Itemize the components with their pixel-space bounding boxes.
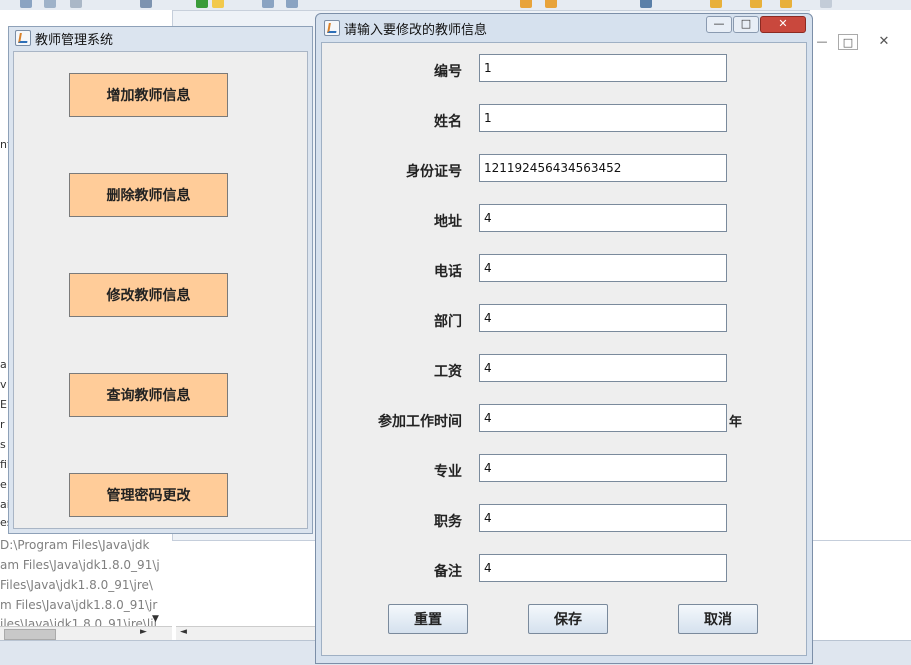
cancel-button[interactable]: 取消 <box>678 604 758 634</box>
field-label-department: 部门 <box>434 314 462 330</box>
toolbar-icon[interactable] <box>262 0 274 8</box>
console-fragment: E <box>0 398 7 411</box>
horizontal-scrollbar[interactable]: ► <box>0 626 172 641</box>
teacher-management-window: 教师管理系统 增加教师信息 删除教师信息 修改教师信息 查询教师信息 管理密码更… <box>8 26 313 534</box>
console-line: D:\Program Files\Java\jdk <box>0 538 150 552</box>
scroll-down-icon[interactable]: ▼ <box>152 614 159 624</box>
idcard-field[interactable] <box>479 154 727 182</box>
add-teacher-button[interactable]: 增加教师信息 <box>69 73 228 117</box>
toolbar-icon[interactable] <box>640 0 652 8</box>
field-label-position: 职务 <box>434 514 462 530</box>
java-app-icon <box>324 20 340 36</box>
close-icon[interactable]: ✕ <box>876 34 892 50</box>
toolbar-icon[interactable] <box>212 0 224 8</box>
phone-field[interactable] <box>479 254 727 282</box>
minimize-icon[interactable]: — <box>706 16 732 33</box>
major-field[interactable] <box>479 454 727 482</box>
window-titlebar[interactable]: 教师管理系统 <box>9 27 312 48</box>
toolbar-icon[interactable] <box>70 0 82 8</box>
toolbar-icon[interactable] <box>780 0 792 8</box>
java-app-icon <box>15 30 31 46</box>
console-line: m Files\Java\jdk1.8.0_91\jr <box>0 598 158 612</box>
field-label-remarks: 备注 <box>434 564 462 580</box>
toolbar-icon[interactable] <box>20 0 32 8</box>
dialog-title: 请输入要修改的教师信息 <box>344 23 488 38</box>
field-label-idcard: 身份证号 <box>406 164 462 180</box>
toolbar-icon[interactable] <box>140 0 152 8</box>
field-label-id: 编号 <box>434 64 462 80</box>
reset-button[interactable]: 重置 <box>388 604 468 634</box>
toolbar-icon[interactable] <box>520 0 532 8</box>
field-label-address: 地址 <box>434 214 462 230</box>
teacher-form: 编号 姓名 身份证号 地址 电话 部门 工资 参加工作时间 年 专业 职务 备注… <box>321 42 807 656</box>
run-icon[interactable] <box>196 0 208 8</box>
toolbar-icon[interactable] <box>286 0 298 8</box>
remarks-field[interactable] <box>479 554 727 582</box>
maximize-icon[interactable]: □ <box>838 34 858 50</box>
toolbar-icon[interactable] <box>545 0 557 8</box>
field-label-major: 专业 <box>434 464 462 480</box>
save-button[interactable]: 保存 <box>528 604 608 634</box>
console-line: Files\Java\jdk1.8.0_91\jre\ <box>0 578 153 592</box>
change-password-button[interactable]: 管理密码更改 <box>69 473 228 517</box>
console-fragment: v <box>0 378 7 391</box>
delete-teacher-button[interactable]: 删除教师信息 <box>69 173 228 217</box>
department-field[interactable] <box>479 304 727 332</box>
console-fragment: s <box>0 438 6 451</box>
name-field[interactable] <box>479 104 727 132</box>
id-field[interactable] <box>479 54 727 82</box>
toolbar-icon[interactable] <box>820 0 832 8</box>
salary-field[interactable] <box>479 354 727 382</box>
main-menu-panel: 增加教师信息 删除教师信息 修改教师信息 查询教师信息 管理密码更改 <box>13 51 308 529</box>
modify-teacher-dialog: 请输入要修改的教师信息 — □ ✕ 编号 姓名 身份证号 地址 电话 部门 工资… <box>315 13 813 664</box>
field-label-salary: 工资 <box>434 364 462 380</box>
query-teacher-button[interactable]: 查询教师信息 <box>69 373 228 417</box>
field-label-name: 姓名 <box>434 114 462 130</box>
window-title: 教师管理系统 <box>35 33 114 48</box>
horizontal-scrollbar[interactable]: ◄ <box>176 626 316 641</box>
year-suffix: 年 <box>729 415 743 430</box>
field-label-work-start: 参加工作时间 <box>378 414 462 430</box>
toolbar-icon[interactable] <box>710 0 722 8</box>
work-start-field[interactable] <box>479 404 727 432</box>
address-field[interactable] <box>479 204 727 232</box>
console-line: am Files\Java\jdk1.8.0_91\j <box>0 558 160 572</box>
console-fragment: a <box>0 358 7 371</box>
console-fragment: e <box>0 478 7 491</box>
modify-teacher-button[interactable]: 修改教师信息 <box>69 273 228 317</box>
maximize-icon[interactable]: □ <box>733 16 759 33</box>
close-icon[interactable]: ✕ <box>760 16 806 33</box>
minimize-icon[interactable]: — <box>814 34 830 50</box>
field-label-phone: 电话 <box>434 264 462 280</box>
toolbar-icon[interactable] <box>44 0 56 8</box>
toolbar-icon[interactable] <box>750 0 762 8</box>
position-field[interactable] <box>479 504 727 532</box>
console-fragment: r <box>0 418 5 431</box>
